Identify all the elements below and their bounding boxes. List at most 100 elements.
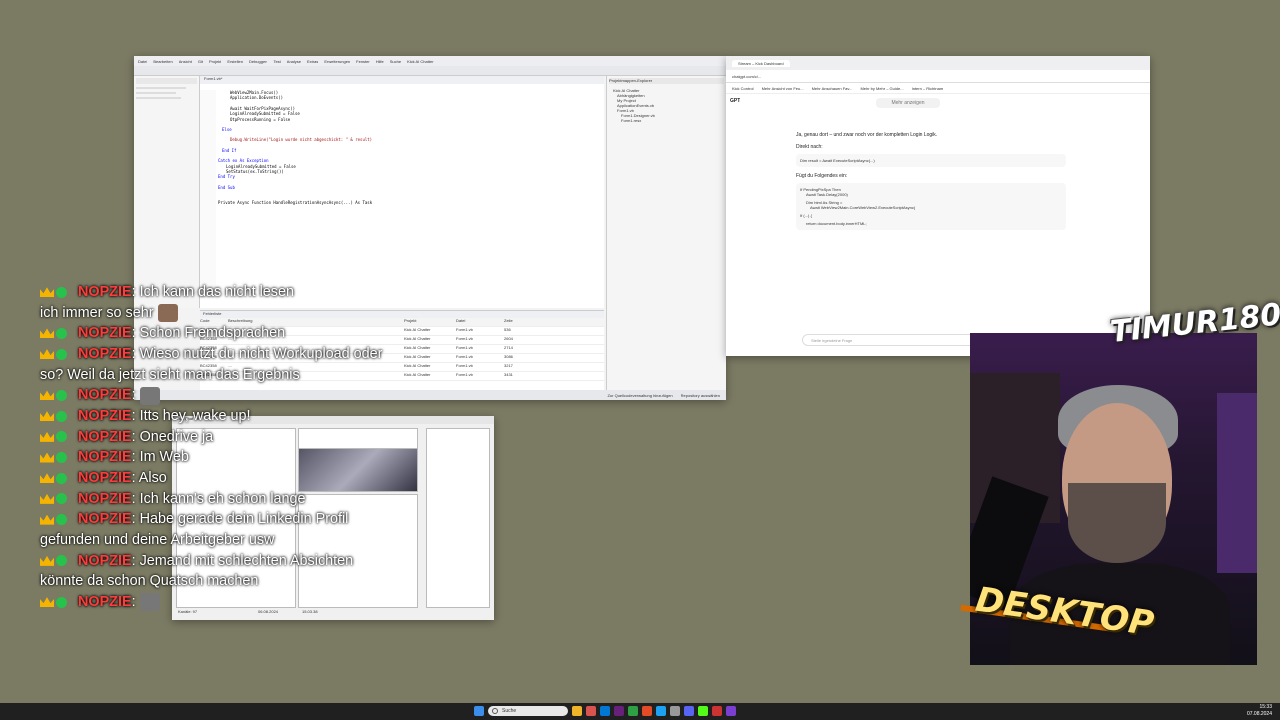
source-control-button[interactable]: Zur Quellcodeverwaltung hinzufügen: [607, 393, 672, 398]
crown-icon: [40, 493, 54, 504]
browser-tab[interactable]: Stream – Kick Dashboard: [732, 59, 790, 67]
clock-date: 07.08.2024: [1246, 711, 1272, 717]
crown-icon: [40, 411, 54, 422]
crown-icon: [40, 390, 54, 401]
stream-chat-overlay: NOPZIE: Ich kann das nicht lesen ich imm…: [40, 282, 460, 613]
code-line: Else: [222, 127, 232, 133]
code-line: End Sub: [218, 184, 235, 190]
crown-icon: [40, 431, 54, 442]
chat-message: NOPZIE: Ich kann's eh schon lange: [40, 489, 460, 510]
streamer-beard: [1068, 483, 1166, 563]
code-block: Dim result = Await ExecuteScriptAsync(..…: [796, 154, 1066, 167]
app-icon[interactable]: [586, 706, 596, 716]
menu-extensions[interactable]: Erweiterungen: [324, 59, 350, 64]
taskbar-search[interactable]: Suche: [488, 706, 568, 716]
code-line: Dim result = Await ExecuteScriptAsync(..…: [800, 158, 875, 163]
show-more-button[interactable]: Mehr anzeigen: [876, 98, 940, 108]
bookmark[interactable]: Mehr Ansicht von Feu...: [762, 86, 804, 91]
taskbar: Suche 15:33 07.08.2024: [0, 703, 1280, 720]
crown-icon: [40, 452, 54, 463]
app-icon[interactable]: [642, 706, 652, 716]
code-line: If (...) {: [800, 213, 812, 218]
chat-message-continued: könnte da schon Quatsch machen: [40, 573, 259, 590]
browser-window[interactable]: Stream – Kick Dashboard chatgpt.com/c/..…: [726, 56, 1150, 356]
menu-debug[interactable]: Debuggen: [249, 59, 267, 64]
solution-item[interactable]: Form1.resx: [609, 118, 724, 123]
code-line: Application.DoEvents(): [230, 95, 283, 101]
code-line: End Try: [218, 174, 235, 180]
emote-icon: [139, 593, 160, 612]
assistant-reply: Ja, genau dort – und zwar noch vor der k…: [796, 132, 938, 138]
taskbar-icons: Suche: [474, 706, 736, 716]
solution-explorer: Projektmappen-Explorer Kick AI Chatter A…: [606, 76, 726, 308]
menu-search[interactable]: Suche: [390, 59, 401, 64]
code-line: End If: [222, 147, 237, 153]
chat-message: NOPZIE: Ich kann das nicht lesen: [40, 282, 460, 303]
crown-icon: [40, 473, 54, 484]
menu-view[interactable]: Ansicht: [179, 59, 192, 64]
menu-file[interactable]: Datei: [138, 59, 147, 64]
app-icon[interactable]: [628, 706, 638, 716]
address-bar[interactable]: chatgpt.com/c/...: [726, 70, 1150, 83]
kick-icon[interactable]: [698, 706, 708, 716]
menu-tools[interactable]: Extras: [307, 59, 318, 64]
repository-button[interactable]: Repository auswählen: [681, 393, 720, 398]
crown-icon: [40, 328, 54, 339]
verified-icon: [56, 452, 67, 464]
bookmark[interactable]: Mehr Anschauen Fav...: [812, 86, 853, 91]
toolbox-panel: [134, 76, 200, 308]
url-text[interactable]: chatgpt.com/c/...: [732, 74, 761, 79]
menu-build[interactable]: Erstellen: [227, 59, 243, 64]
edge-icon[interactable]: [600, 706, 610, 716]
code-content[interactable]: WebView2Main.Focus() Application.DoEvent…: [218, 90, 598, 206]
system-clock[interactable]: 15:33 07.08.2024: [1247, 704, 1272, 718]
menu-project[interactable]: Projekt: [209, 59, 221, 64]
vs-toolbar: [134, 66, 726, 76]
app-icon[interactable]: [684, 706, 694, 716]
menu-edit[interactable]: Bearbeiten: [153, 59, 172, 64]
code-editor[interactable]: Form1.vb* WebView2Main.Focus() Applicati…: [200, 76, 604, 308]
verified-icon: [56, 389, 67, 401]
verified-icon: [56, 514, 67, 526]
crown-icon: [40, 597, 54, 608]
chat-message: NOPZIE:: [40, 385, 460, 406]
menu-git[interactable]: Git: [198, 59, 203, 64]
bookmark[interactable]: Mehr by Mehr – Guide...: [860, 86, 903, 91]
emote-icon: [139, 386, 160, 405]
app-icon[interactable]: [670, 706, 680, 716]
browser-tabstrip: Stream – Kick Dashboard: [726, 56, 1150, 70]
chat-message: NOPZIE: Also: [40, 468, 460, 489]
app-icon[interactable]: [712, 706, 722, 716]
code-line: Private Async Function HandleRegistratio…: [218, 200, 373, 206]
chat-message: NOPZIE: Im Web: [40, 447, 460, 468]
line-number-gutter: [200, 90, 216, 298]
bookmark[interactable]: Kick Control: [732, 86, 754, 91]
editor-tab[interactable]: Form1.vb*: [200, 76, 604, 84]
menu-help[interactable]: Hilfe: [376, 59, 384, 64]
verified-icon: [56, 493, 67, 505]
assistant-text: Direkt nach:: [796, 144, 823, 150]
bookmarks-bar: Kick Control Mehr Ansicht von Feu... Meh…: [726, 83, 1150, 94]
code-line: Await WebView2Main.CoreWebView2.ExecuteS…: [810, 205, 916, 210]
chat-message-continued: so? Weil da jetzt sieht man das Ergebnis: [40, 366, 300, 383]
code-line: Debug.WriteLine("Login wurde nicht abges…: [230, 137, 373, 143]
chat-message-continued: ich immer so sehr: [40, 303, 460, 324]
chat-message-continued: gefunden und deine Arbeitgeber usw: [40, 532, 275, 549]
code-block: If PendingPixSpa Then Await Task.Delay(2…: [796, 183, 1066, 230]
crown-icon: [40, 555, 54, 566]
app-icon[interactable]: [656, 706, 666, 716]
chat-message: NOPZIE: Onedrive ja: [40, 427, 460, 448]
visual-studio-icon[interactable]: [614, 706, 624, 716]
menu-test[interactable]: Test: [273, 59, 280, 64]
verified-icon: [56, 327, 67, 339]
start-icon[interactable]: [474, 706, 484, 716]
bookmark[interactable]: Intern – Richtnam: [912, 86, 944, 91]
crown-icon: [40, 349, 54, 360]
menu-window[interactable]: Fenster: [356, 59, 370, 64]
chatgpt-brand[interactable]: GPT: [730, 98, 740, 104]
chat-message: NOPZIE: Habe gerade dein Linkedin Profil: [40, 509, 460, 530]
wall-panel: [1217, 393, 1257, 573]
menu-analyze[interactable]: Analyse: [287, 59, 301, 64]
file-explorer-icon[interactable]: [572, 706, 582, 716]
app-icon[interactable]: [726, 706, 736, 716]
